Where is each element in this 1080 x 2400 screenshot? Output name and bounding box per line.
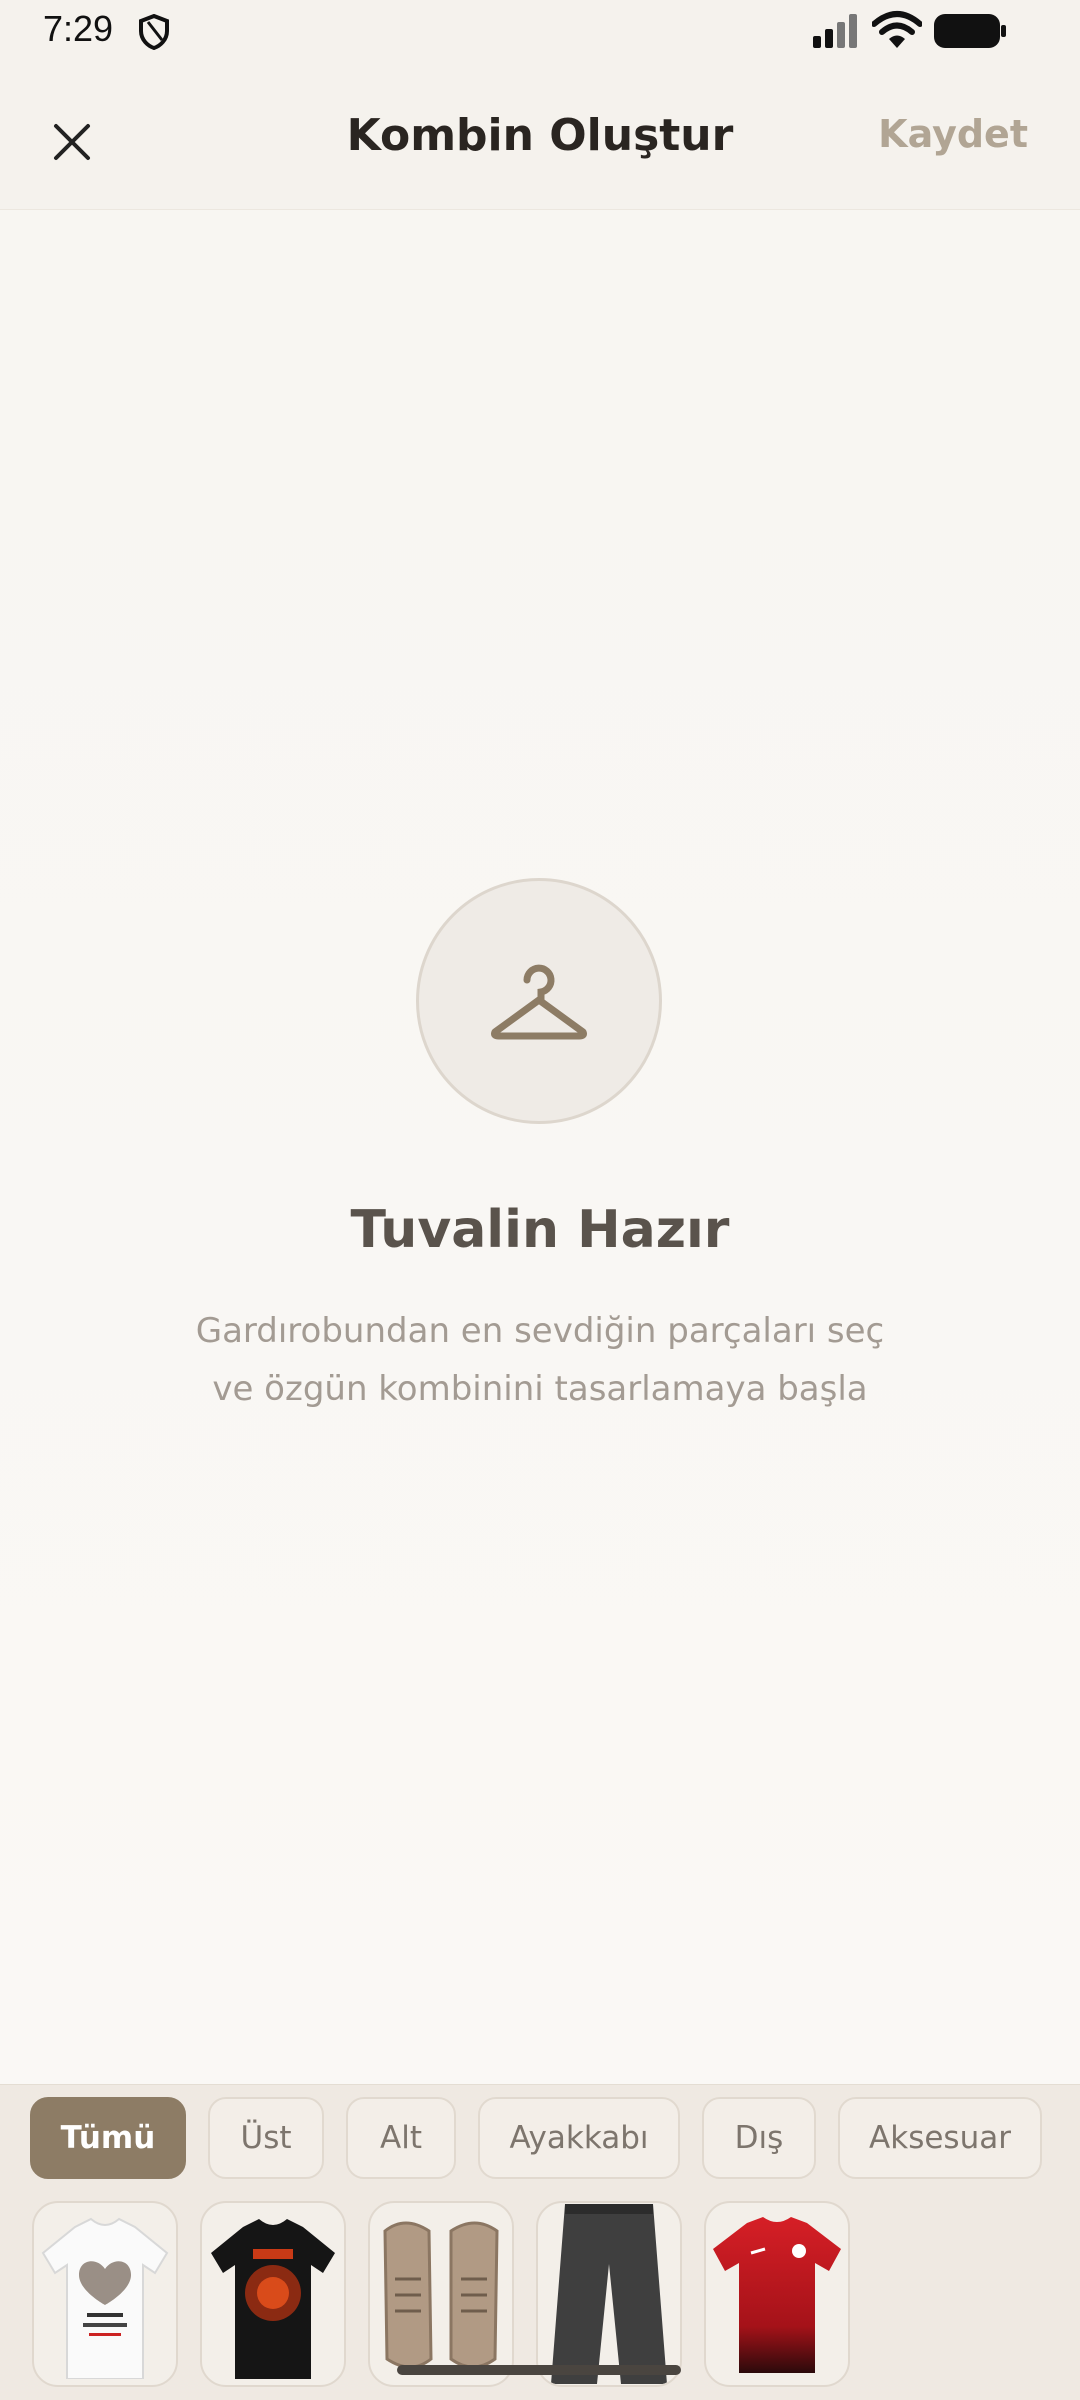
signal-icon	[813, 14, 861, 52]
empty-state-title: Tuvalin Hazır	[350, 1200, 730, 1260]
empty-state-icon-circle	[416, 878, 662, 1124]
empty-state-description: Gardırobundan en sevdiğin parçaları seç …	[140, 1302, 940, 1418]
empty-state-description-line-1: Gardırobundan en sevdiğin parçaları seç	[195, 1311, 885, 1351]
chip-bottom[interactable]: Alt	[346, 2097, 456, 2179]
battery-icon	[934, 14, 1006, 52]
chip-all[interactable]: Tümü	[30, 2097, 186, 2179]
chip-shoes[interactable]: Ayakkabı	[478, 2097, 680, 2179]
black-tshirt-image	[211, 2219, 335, 2379]
wardrobe-item-white-tshirt[interactable]	[32, 2201, 178, 2387]
wardrobe-picker: Tümü Üst Alt Ayakkabı Dış Aksesuar	[0, 2084, 1080, 2400]
wardrobe-item-trousers[interactable]	[536, 2201, 682, 2387]
sneakers-image	[383, 2221, 499, 2369]
status-bar: 7:29	[0, 0, 1080, 62]
empty-state-description-line-2: ve özgün kombinini tasarlamaya başla	[212, 1369, 868, 1409]
wardrobe-item-red-jersey[interactable]	[704, 2201, 850, 2387]
home-indicator[interactable]	[397, 2365, 681, 2375]
trousers-image	[551, 2204, 667, 2384]
wardrobe-item-black-tshirt[interactable]	[200, 2201, 346, 2387]
chip-top[interactable]: Üst	[208, 2097, 324, 2179]
top-app-bar: Kombin Oluştur Kaydet	[0, 62, 1080, 210]
save-button[interactable]: Kaydet	[878, 112, 1028, 156]
white-tshirt-image	[41, 2217, 169, 2379]
chip-outer[interactable]: Dış	[702, 2097, 816, 2179]
wifi-icon	[871, 10, 923, 54]
chip-accessory[interactable]: Aksesuar	[838, 2097, 1042, 2179]
status-time: 7:29	[43, 8, 114, 49]
outfit-canvas[interactable]: Tuvalin Hazır Gardırobundan en sevdiğin …	[0, 210, 1080, 2084]
red-jersey-image	[713, 2217, 841, 2373]
hanger-icon	[491, 964, 587, 1040]
wardrobe-item-sneakers[interactable]	[368, 2201, 514, 2387]
shield-icon	[138, 13, 170, 54]
